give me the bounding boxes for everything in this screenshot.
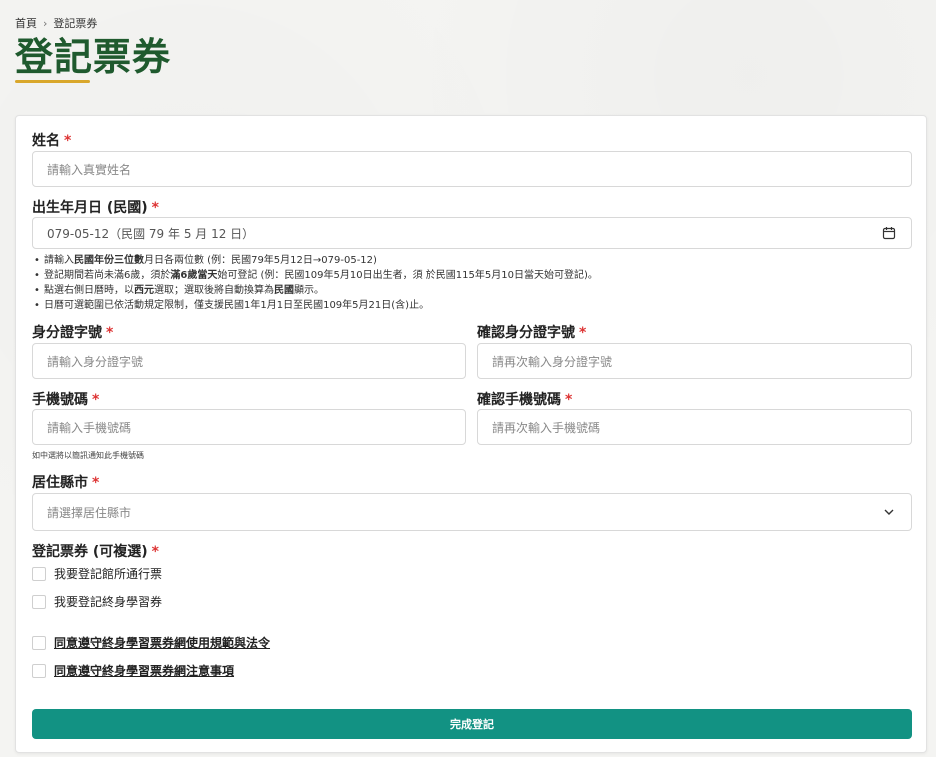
phone-confirm-input[interactable]: 請再次輸入手機號碼 xyxy=(477,409,912,445)
ticket-option-pass-checkbox[interactable] xyxy=(32,566,46,581)
id-label: 身分證字號 * xyxy=(32,322,113,342)
phone-note: 如中選將以簡訊通知此手機號碼 xyxy=(32,451,144,460)
id-confirm-label-text: 確認身分證字號 xyxy=(477,325,575,341)
ticket-option-pass[interactable]: 我要登記館所通行票 xyxy=(32,565,162,582)
name-input[interactable]: 請輸入真實姓名 xyxy=(32,151,912,187)
agreement-notes[interactable]: 同意遵守終身學習票券網注意事項 xyxy=(32,662,234,679)
birth-date-input[interactable]: 079-05-12（民國 79 年 5 月 12 日） xyxy=(32,217,912,249)
submit-button[interactable]: 完成登記 xyxy=(32,709,912,739)
agreement-rules-link[interactable]: 同意遵守終身學習票券網使用規範與法令 xyxy=(54,634,270,651)
agreement-notes-checkbox[interactable] xyxy=(32,663,46,678)
phone-label: 手機號碼 * xyxy=(32,389,99,409)
phone-confirm-label: 確認手機號碼 * xyxy=(477,389,572,409)
agreement-rules-checkbox[interactable] xyxy=(32,635,46,650)
id-confirm-input-placeholder: 請再次輸入身分證字號 xyxy=(492,354,613,369)
birth-label: 出生年月日 (民國) * xyxy=(32,197,159,217)
id-input[interactable]: 請輸入身分證字號 xyxy=(32,343,466,379)
id-confirm-input[interactable]: 請再次輸入身分證字號 xyxy=(477,343,912,379)
birth-date-hints: 請輸入民國年份三位數月日各兩位數 (例：民國79年5月12日→079-05-12… xyxy=(32,253,912,313)
city-select[interactable]: 請選擇居住縣市 xyxy=(32,493,912,531)
city-label-text: 居住縣市 xyxy=(32,475,88,491)
required-mark: * xyxy=(106,325,114,341)
required-mark: * xyxy=(579,325,587,341)
title-underline xyxy=(15,80,90,83)
birth-date-value: 079-05-12（民國 79 年 5 月 12 日） xyxy=(47,226,255,241)
name-input-placeholder: 請輸入真實姓名 xyxy=(47,162,132,177)
name-label-text: 姓名 xyxy=(32,133,60,149)
city-select-placeholder: 請選擇居住縣市 xyxy=(47,505,132,520)
breadcrumb-separator: › xyxy=(43,16,48,30)
breadcrumb-home-link[interactable]: 首頁 xyxy=(15,15,37,31)
page-title: 登記票券 xyxy=(15,35,172,79)
required-mark: * xyxy=(151,544,159,560)
phone-input[interactable]: 請輸入手機號碼 xyxy=(32,409,466,445)
id-input-placeholder: 請輸入身分證字號 xyxy=(47,354,144,369)
phone-label-text: 手機號碼 xyxy=(32,392,88,408)
calendar-icon[interactable] xyxy=(881,225,897,241)
required-mark: * xyxy=(92,475,100,491)
city-label: 居住縣市 * xyxy=(32,472,99,492)
breadcrumb: 首頁 › 登記票券 xyxy=(15,15,97,31)
ticket-option-learning[interactable]: 我要登記終身學習券 xyxy=(32,593,162,610)
tickets-label: 登記票券 (可複選) * xyxy=(32,541,159,561)
chevron-down-icon xyxy=(881,504,897,520)
id-confirm-label: 確認身分證字號 * xyxy=(477,322,586,342)
phone-confirm-label-text: 確認手機號碼 xyxy=(477,392,561,408)
hint-item: 點選右側日曆時，以西元選取；選取後將自動換算為民國顯示。 xyxy=(32,283,912,298)
required-mark: * xyxy=(565,392,573,408)
phone-confirm-input-placeholder: 請再次輸入手機號碼 xyxy=(492,420,601,435)
required-mark: * xyxy=(92,392,100,408)
ticket-option-pass-label: 我要登記館所通行票 xyxy=(54,567,163,581)
ticket-option-learning-label: 我要登記終身學習券 xyxy=(54,595,163,609)
ticket-option-learning-checkbox[interactable] xyxy=(32,594,46,609)
phone-input-placeholder: 請輸入手機號碼 xyxy=(47,420,132,435)
name-label: 姓名 * xyxy=(32,130,71,150)
hint-item: 登記期間若尚未滿6歲，須於滿6歲當天始可登記 (例：民國109年5月10日出生者… xyxy=(32,268,912,283)
hint-item: 日曆可選範圍已依活動規定限制，僅支援民國1年1月1日至民國109年5月21日(含… xyxy=(32,298,912,313)
agreement-notes-link[interactable]: 同意遵守終身學習票券網注意事項 xyxy=(54,662,234,679)
birth-label-text: 出生年月日 (民國) xyxy=(32,200,148,216)
breadcrumb-current: 登記票券 xyxy=(53,17,98,30)
registration-form-card: 姓名 * 請輸入真實姓名 出生年月日 (民國) * 079-05-12（民國 79 … xyxy=(15,115,927,753)
tickets-label-text: 登記票券 (可複選) xyxy=(32,544,148,560)
required-mark: * xyxy=(64,133,72,149)
agreement-rules[interactable]: 同意遵守終身學習票券網使用規範與法令 xyxy=(32,634,270,651)
hint-item: 請輸入民國年份三位數月日各兩位數 (例：民國79年5月12日→079-05-12… xyxy=(32,253,912,268)
required-mark: * xyxy=(151,200,159,216)
id-label-text: 身分證字號 xyxy=(32,325,102,341)
